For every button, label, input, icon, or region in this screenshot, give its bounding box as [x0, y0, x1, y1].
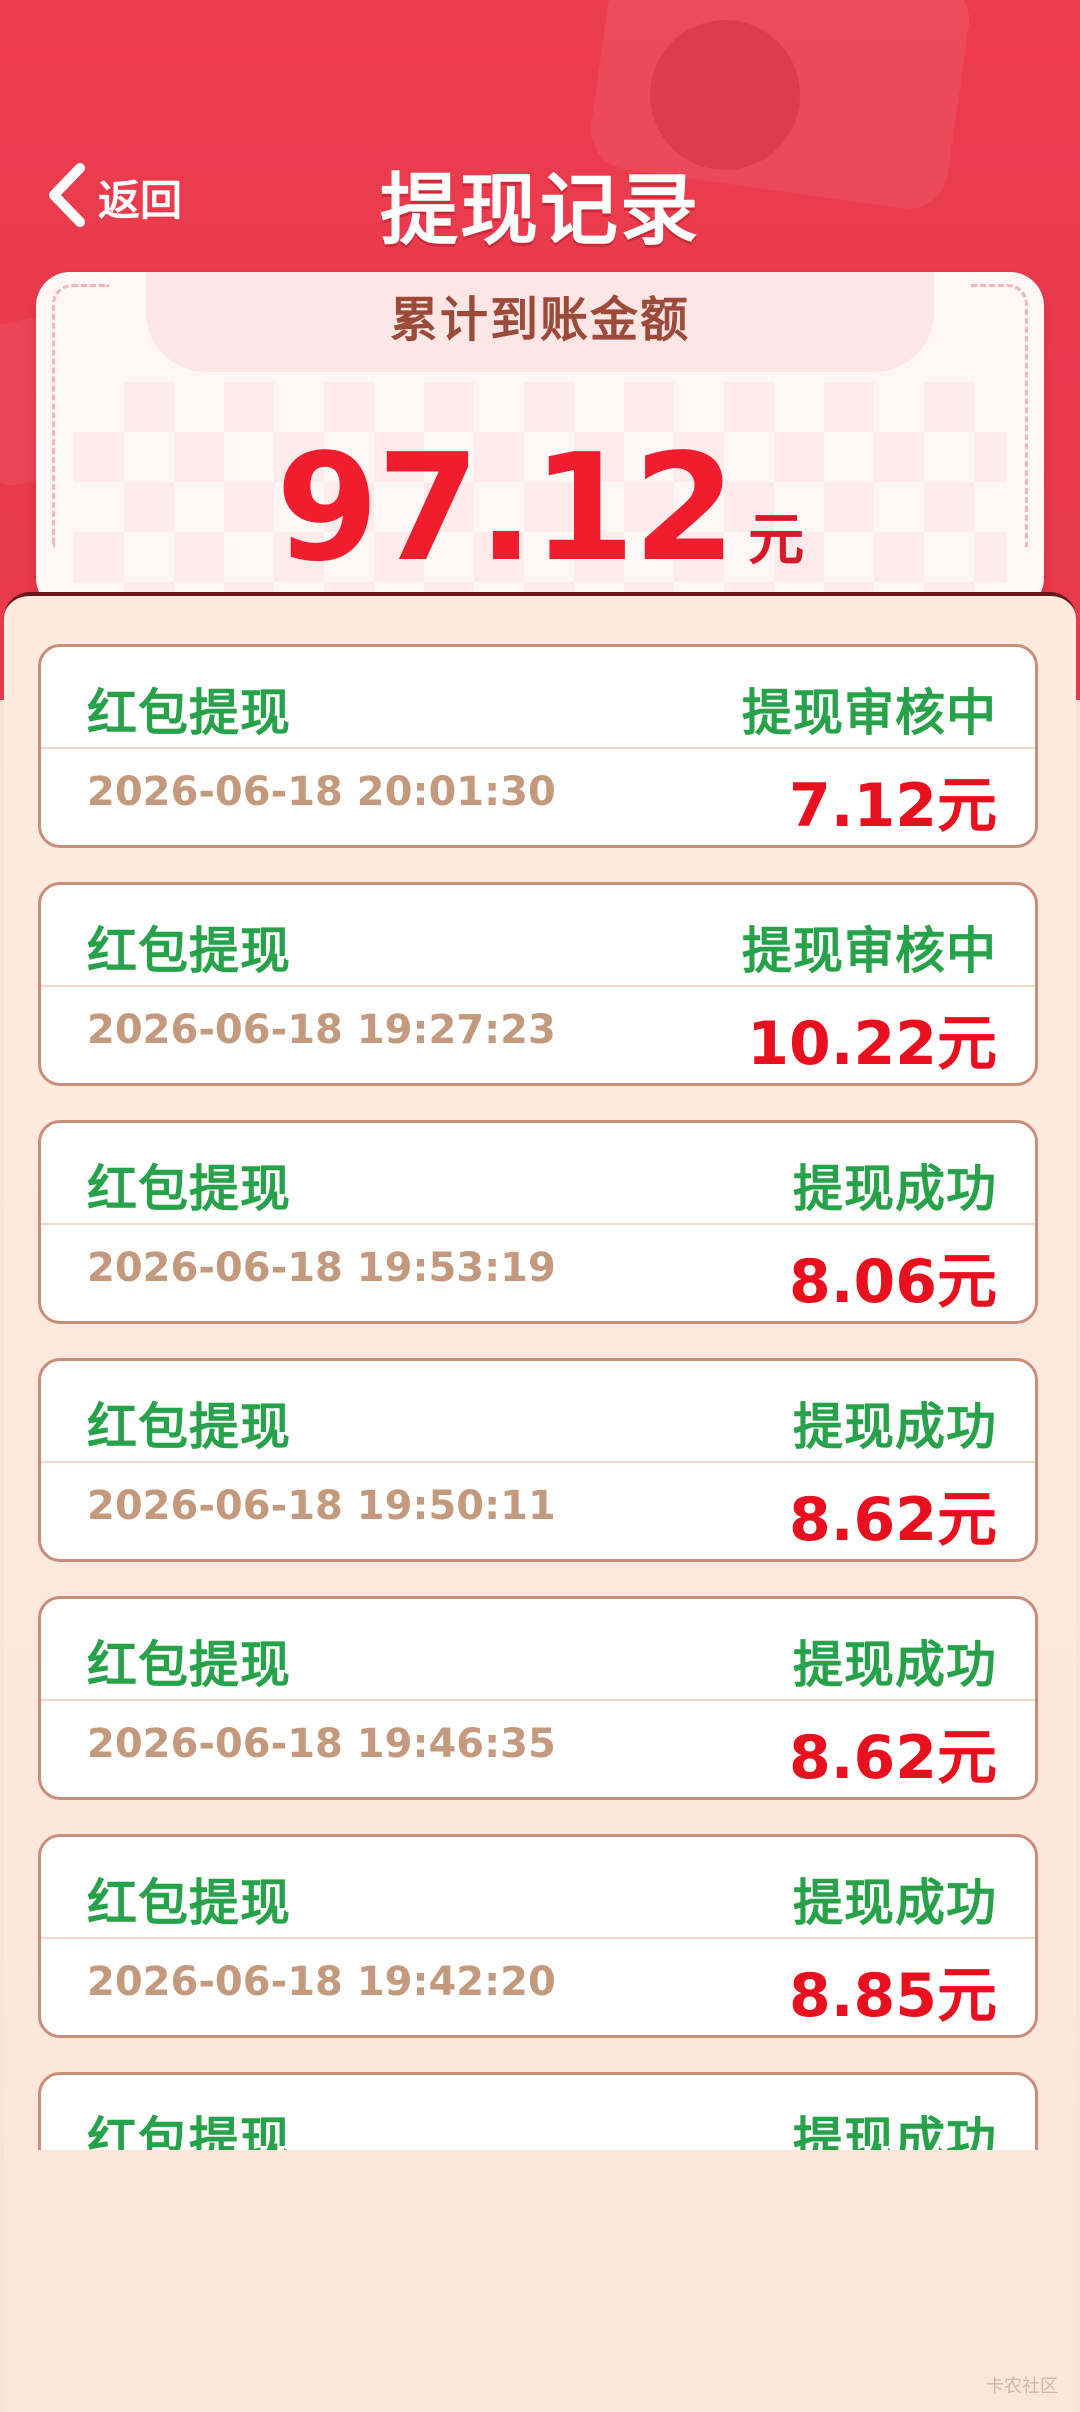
record-type: 红包提现	[87, 1636, 291, 1694]
record-item[interactable]: 红包提现 提现审核中 2026-06-18 19:27:23 10.22元	[38, 882, 1038, 1086]
total-amount: 97.12 元	[36, 422, 1044, 594]
record-status: 提现审核中	[742, 922, 997, 980]
record-divider	[41, 1937, 1035, 1939]
record-time: 2026-06-18 19:53:19	[87, 1245, 556, 1291]
record-amount: 8.06元	[788, 1247, 997, 1317]
record-type: 红包提现	[87, 684, 291, 742]
record-time: 2026-06-18 19:42:20	[87, 1959, 556, 2005]
total-amount-label: 累计到账金额	[146, 272, 934, 372]
record-item[interactable]: 红包提现 提现审核中 2026-06-18 20:01:30 7.12元	[38, 644, 1038, 848]
record-amount: 8.62元	[788, 1723, 997, 1793]
record-status: 提现成功	[793, 1398, 997, 1456]
record-time: 2026-06-18 20:01:30	[87, 769, 556, 815]
record-divider	[41, 1699, 1035, 1701]
record-status: 提现成功	[793, 2112, 997, 2150]
record-time: 2026-06-18 19:46:35	[87, 1721, 556, 1767]
withdraw-record-list[interactable]: 红包提现 提现审核中 2026-06-18 20:01:30 7.12元 红包提…	[4, 596, 1076, 2150]
total-amount-card: 累计到账金额 97.12 元	[36, 272, 1044, 612]
record-amount: 7.12元	[788, 771, 997, 841]
withdraw-record-panel: 红包提现 提现审核中 2026-06-18 20:01:30 7.12元 红包提…	[4, 592, 1076, 2412]
record-status: 提现成功	[793, 1874, 997, 1932]
record-amount: 8.62元	[788, 1485, 997, 1555]
page-title: 提现记录	[379, 166, 700, 256]
record-status: 提现审核中	[742, 684, 997, 742]
record-divider	[41, 1223, 1035, 1225]
record-amount: 10.22元	[747, 1009, 997, 1079]
record-divider	[41, 1461, 1035, 1463]
record-type: 红包提现	[87, 1874, 291, 1932]
record-item[interactable]: 红包提现 提现成功 2026-06-18 19:46:35 8.62元	[38, 1596, 1038, 1800]
total-amount-unit: 元	[748, 508, 805, 573]
record-type: 红包提现	[87, 2112, 291, 2150]
watermark: 卡农社区	[986, 2376, 1058, 2397]
navigation-bar: 返回 提现记录	[0, 140, 1080, 256]
record-type: 红包提现	[87, 1398, 291, 1456]
record-divider	[41, 747, 1035, 749]
record-type: 红包提现	[87, 1160, 291, 1218]
record-status: 提现成功	[793, 1636, 997, 1694]
record-item[interactable]: 红包提现 提现成功 2026-06-18 19:42:20 8.85元	[38, 1834, 1038, 2038]
record-status: 提现成功	[793, 1160, 997, 1218]
record-time: 2026-06-18 19:27:23	[87, 1007, 556, 1053]
record-item[interactable]: 红包提现 提现成功 2026-06-18 19:53:19 8.06元	[38, 1120, 1038, 1324]
record-time: 2026-06-18 19:50:11	[87, 1483, 556, 1529]
record-item[interactable]: 红包提现 提现成功 2026-06-18 19:50:11 8.62元	[38, 1358, 1038, 1562]
record-item[interactable]: 红包提现 提现成功	[38, 2072, 1038, 2150]
total-amount-value: 97.12	[275, 422, 736, 594]
record-divider	[41, 985, 1035, 987]
record-type: 红包提现	[87, 922, 291, 980]
record-amount: 8.85元	[788, 1961, 997, 2031]
